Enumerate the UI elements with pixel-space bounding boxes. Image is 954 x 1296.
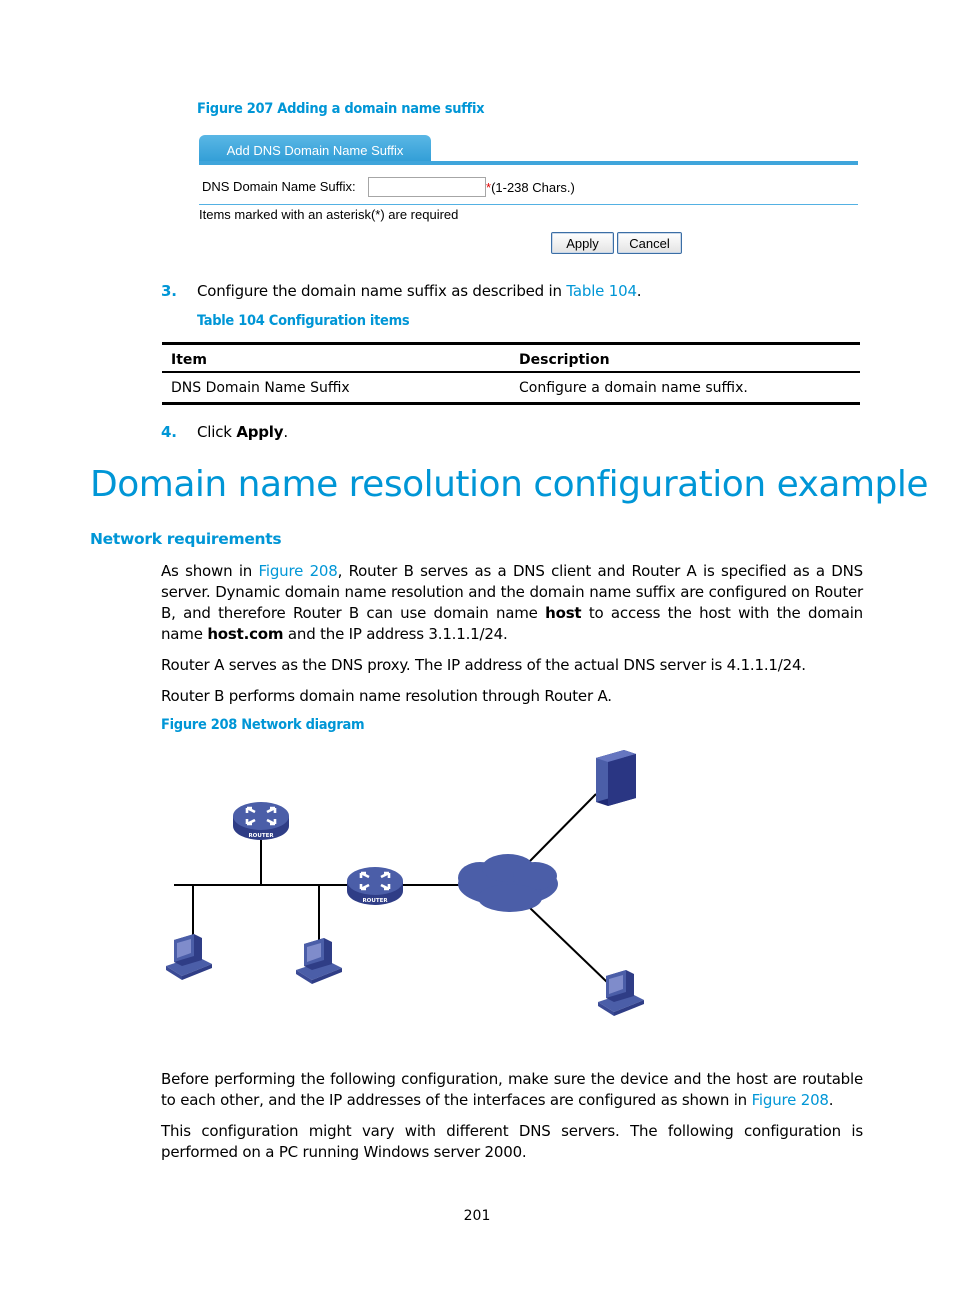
step-4-number: 4.	[161, 423, 177, 441]
section-title: Domain name resolution configuration exa…	[90, 464, 929, 505]
paragraph-5: This configuration might vary with diffe…	[161, 1122, 863, 1161]
dns-suffix-input[interactable]	[368, 177, 486, 197]
tab-label: Add DNS Domain Name Suffix	[226, 142, 404, 158]
pc-icon	[166, 934, 212, 980]
router-label: ROUTER	[248, 833, 274, 839]
figure-207-caption: Figure 207 Adding a domain name suffix	[197, 101, 485, 117]
server-icon	[596, 750, 636, 806]
apply-button[interactable]: Apply	[551, 232, 614, 254]
cloud-icon	[458, 854, 558, 912]
page-number: 201	[463, 1208, 491, 1224]
required-note: Items marked with an asterisk(*) are req…	[199, 207, 459, 222]
field-hint-text: (1-238 Chars.)	[491, 180, 575, 195]
table-header-description: Description	[519, 352, 610, 368]
paragraph-1: As shown in Figure 208, Router B serves …	[161, 562, 864, 643]
paragraph-4: Before performing the following configur…	[161, 1070, 863, 1109]
step-3-number: 3.	[161, 282, 177, 300]
paragraph-2: Router A serves as the DNS proxy. The IP…	[161, 656, 806, 674]
table-104-link[interactable]: Table 104	[566, 282, 637, 300]
field-hint: *(1-238 Chars.)	[486, 180, 575, 195]
tab-underline	[199, 161, 858, 165]
pc-icon	[296, 938, 342, 984]
pc-icon	[598, 970, 644, 1016]
link-line	[529, 907, 609, 984]
router-label: ROUTER	[362, 898, 388, 904]
dns-suffix-label: DNS Domain Name Suffix:	[202, 179, 356, 194]
figure-208-caption: Figure 208 Network diagram	[161, 717, 365, 733]
figure-208-link[interactable]: Figure 208	[752, 1091, 829, 1109]
form-separator	[199, 204, 858, 205]
table-bottom-rule	[162, 402, 860, 405]
step-3-text: Configure the domain name suffix as desc…	[197, 282, 642, 300]
table-cell-item: DNS Domain Name Suffix	[171, 380, 350, 396]
table-104-caption: Table 104 Configuration items	[197, 313, 410, 329]
network-diagram: ROUTER ROUTER	[166, 750, 644, 1016]
link-line	[529, 793, 597, 862]
subheading-network-requirements: Network requirements	[90, 530, 282, 548]
figure-208-link[interactable]: Figure 208	[259, 562, 338, 580]
table-header-item: Item	[171, 352, 207, 368]
cancel-button[interactable]: Cancel	[617, 232, 682, 254]
table-cell-description: Configure a domain name suffix.	[519, 380, 748, 396]
table-top-rule	[162, 342, 860, 345]
paragraph-3: Router B performs domain name resolution…	[161, 687, 612, 705]
step-4-text: Click Apply.	[197, 423, 288, 441]
table-header-rule	[162, 371, 860, 373]
